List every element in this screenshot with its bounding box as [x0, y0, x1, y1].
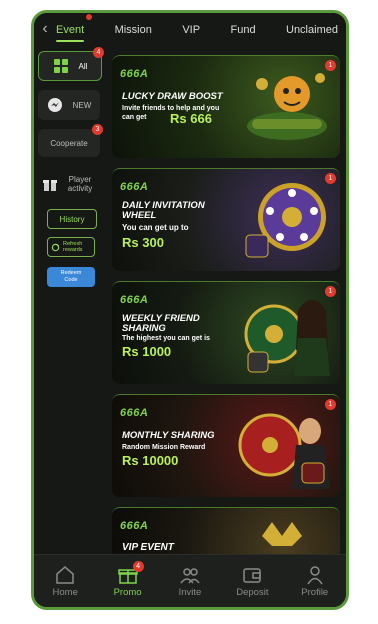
red-wheel-art-icon [238, 413, 330, 489]
tab-fund[interactable]: Fund [230, 16, 255, 42]
home-icon [56, 565, 74, 584]
sidebar-item-cooperate[interactable]: Cooperate 3 [38, 124, 103, 157]
sidebar-item-label: All [78, 61, 88, 71]
brand-logo: 666A [120, 520, 149, 532]
back-icon[interactable]: ‹ [34, 13, 56, 45]
top-tab-bar: ‹ Event Mission VIP Fund Unclaimed [34, 13, 346, 45]
tab-label: Fund [230, 24, 256, 36]
refresh-icon [51, 243, 60, 251]
tab-unclaimed[interactable]: Unclaimed [286, 16, 338, 42]
tab-list: Event Mission VIP Fund Unclaimed [56, 14, 346, 42]
messenger-icon [47, 98, 62, 112]
tiger-plane-art-icon [247, 73, 327, 140]
brand-logo: 666A [120, 294, 149, 306]
banner-subtitle: You can get up to [122, 223, 189, 232]
banner-daily-wheel[interactable]: 1 666A DAILY INVITATION WHEEL You can ge… [112, 168, 340, 271]
phone-frame: ‹ Event Mission VIP Fund Unclaimed All 4 [31, 10, 349, 610]
sidebar-item-label: Player activity [67, 175, 93, 193]
redeem-code-button[interactable]: Redeem Code [47, 267, 95, 287]
tab-event[interactable]: Event [56, 14, 93, 42]
sidebar-item-label: Cooperate [50, 138, 88, 148]
tab-mission[interactable]: Mission [115, 16, 152, 42]
sidebar-badge: 3 [92, 124, 103, 135]
tab-label: Event [56, 24, 85, 36]
bottom-nav: Home 4 Promo Invite Deposit Profile [34, 554, 346, 607]
nav-label: Deposit [236, 586, 269, 598]
tab-label: Mission [114, 24, 152, 36]
tab-label: Unclaimed [286, 24, 338, 36]
brand-logo: 666A [120, 68, 149, 80]
users-icon [180, 567, 200, 583]
history-button[interactable]: History [47, 209, 97, 229]
banner-title: DAILY INVITATION WHEEL [122, 200, 205, 221]
banner-title: LUCKY DRAW BOOST [122, 91, 223, 102]
tab-badge [86, 14, 93, 20]
nav-invite[interactable]: Invite [162, 565, 218, 598]
banner-subtitle: The highest you can get is [122, 335, 210, 342]
banner-amount: Rs 666 [170, 111, 212, 126]
sidebar-badge: 4 [93, 47, 104, 58]
brand-logo: 666A [120, 407, 149, 419]
nav-profile[interactable]: Profile [287, 565, 343, 598]
banner-weekly-sharing[interactable]: 1 666A WEEKLY FRIEND SHARING The highest… [112, 281, 340, 384]
nav-label: Home [52, 586, 78, 598]
sidebar-item-new[interactable]: NEW [38, 90, 100, 120]
sidebar-item-label: NEW [72, 100, 92, 110]
nav-badge: 4 [132, 560, 144, 572]
redeem-label: Redeem Code [60, 270, 82, 283]
nav-label: Invite [178, 586, 202, 598]
banner-monthly-sharing[interactable]: 1 666A MONTHLY SHARING Random Mission Re… [112, 394, 340, 497]
tab-label: VIP [182, 24, 201, 36]
history-label: History [59, 214, 85, 224]
nav-promo[interactable]: 4 Promo [100, 560, 156, 598]
refresh-rewards-button[interactable]: Refresh rewards [47, 237, 95, 257]
sidebar-item-player-activity[interactable]: Player activity [38, 166, 100, 202]
nav-label: Promo [113, 586, 142, 598]
nav-label: Profile [301, 586, 329, 598]
event-banner-list: 1 666A LUCKY DRAW BOOST Invite friends t… [112, 55, 344, 607]
banner-amount: Rs 300 [122, 235, 164, 250]
banner-title: MONTHLY SHARING [122, 430, 215, 441]
roulette-hostess-art-icon [244, 300, 330, 376]
brand-logo: 666A [120, 181, 149, 193]
banner-subtitle: Random Mission Reward [122, 444, 206, 451]
wallet-icon [243, 567, 262, 583]
category-sidebar: All 4 NEW Cooperate 3 Player activity [38, 47, 104, 211]
tab-vip[interactable]: VIP [182, 16, 200, 42]
prize-wheel-icon [245, 183, 326, 258]
gift-icon [43, 180, 57, 191]
nav-deposit[interactable]: Deposit [224, 565, 280, 598]
person-icon [307, 565, 323, 584]
grid-icon [53, 59, 68, 73]
nav-home[interactable]: Home [37, 565, 93, 598]
banner-title: WEEKLY FRIEND SHARING [122, 313, 200, 334]
banner-amount: Rs 10000 [122, 453, 179, 468]
banner-lucky-draw[interactable]: 1 666A LUCKY DRAW BOOST Invite friends t… [112, 55, 340, 158]
sidebar-item-all[interactable]: All 4 [38, 47, 104, 81]
banner-amount: Rs 1000 [122, 344, 172, 359]
refresh-label: Refresh rewards [63, 241, 83, 253]
